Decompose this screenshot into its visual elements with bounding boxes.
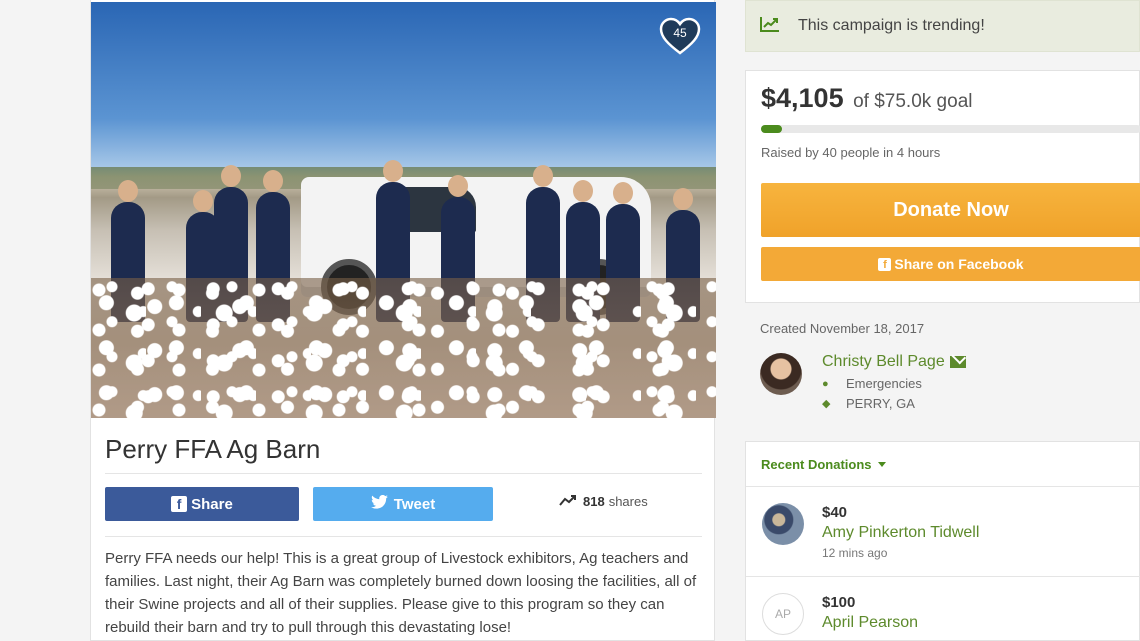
caret-down-icon <box>877 462 886 467</box>
facebook-icon: f <box>171 496 188 512</box>
campaign-photo: 45 <box>91 2 716 418</box>
shares-number: 818 <box>583 494 605 509</box>
campaign-description: Perry FFA needs our help! This is a grea… <box>105 550 697 636</box>
progress-bar <box>761 125 1140 133</box>
recent-donations-label: Recent Donations <box>761 457 872 472</box>
trending-chart-icon <box>760 16 780 37</box>
progress-fill <box>761 125 782 133</box>
raised-by-text: Raised by 40 people in 4 hours <box>761 145 941 160</box>
tweet-button[interactable]: Tweet <box>313 487 493 521</box>
share-on-facebook-button[interactable]: f Share on Facebook <box>761 247 1140 281</box>
tweet-label: Tweet <box>393 495 436 513</box>
category-row[interactable]: ● Emergencies <box>822 376 922 391</box>
recent-donations-card: Recent Donations $40 Amy Pinkerton Tidwe… <box>745 441 1140 641</box>
location-label: PERRY, GA <box>846 396 915 411</box>
divider <box>746 486 1140 487</box>
trending-banner: This campaign is trending! <box>745 0 1140 52</box>
shares-count: 818 shares <box>559 494 648 509</box>
recent-donations-toggle[interactable]: Recent Donations <box>761 457 886 472</box>
mail-icon[interactable] <box>949 356 966 368</box>
organizer-link[interactable]: Christy Bell Page <box>822 353 966 371</box>
location-row: ◆ PERRY, GA <box>822 396 915 411</box>
organizer-avatar[interactable] <box>760 353 802 395</box>
divider <box>105 536 702 537</box>
divider <box>746 576 1140 577</box>
shares-suffix: shares <box>608 494 648 509</box>
category-label: Emergencies <box>846 376 922 391</box>
donation-amount: $100 <box>822 594 856 611</box>
facebook-icon: f <box>878 257 892 271</box>
donor-avatar-initials: AP <box>762 593 804 635</box>
donor-name[interactable]: April Pearson <box>822 614 918 632</box>
created-date: Created November 18, 2017 <box>760 321 925 336</box>
raised-amount: $4,105 of $75.0k goal <box>761 83 972 114</box>
divider <box>105 473 702 474</box>
heart-count: 45 <box>673 26 687 40</box>
campaign-card: 45 Perry FFA Ag Barn f Share Tweet 818 s… <box>90 0 716 641</box>
donation-amount: $40 <box>822 504 848 521</box>
tag-icon: ● <box>822 377 829 390</box>
location-pin-icon: ◆ <box>822 398 831 410</box>
raised-value: $4,105 <box>761 83 844 113</box>
donation-time: 12 mins ago <box>822 546 888 560</box>
facebook-share-label: Share <box>191 495 233 513</box>
trending-text: This campaign is trending! <box>798 17 985 34</box>
twitter-icon <box>370 494 388 513</box>
facebook-share-button[interactable]: f Share <box>105 487 299 521</box>
campaign-title: Perry FFA Ag Barn <box>105 434 321 464</box>
goal-text: of $75.0k goal <box>853 91 973 112</box>
organizer-name: Christy Bell Page <box>822 353 945 370</box>
donor-avatar <box>762 503 804 545</box>
share-on-facebook-label: Share on Facebook <box>894 256 1024 272</box>
donate-now-button[interactable]: Donate Now <box>761 183 1140 237</box>
goal-card: $4,105 of $75.0k goal Raised by 40 peopl… <box>745 70 1140 303</box>
donor-name[interactable]: Amy Pinkerton Tidwell <box>822 524 979 542</box>
trend-arrow-icon <box>559 494 577 509</box>
heart-button[interactable]: 45 <box>658 16 702 56</box>
photo-cotton-field <box>91 278 716 418</box>
